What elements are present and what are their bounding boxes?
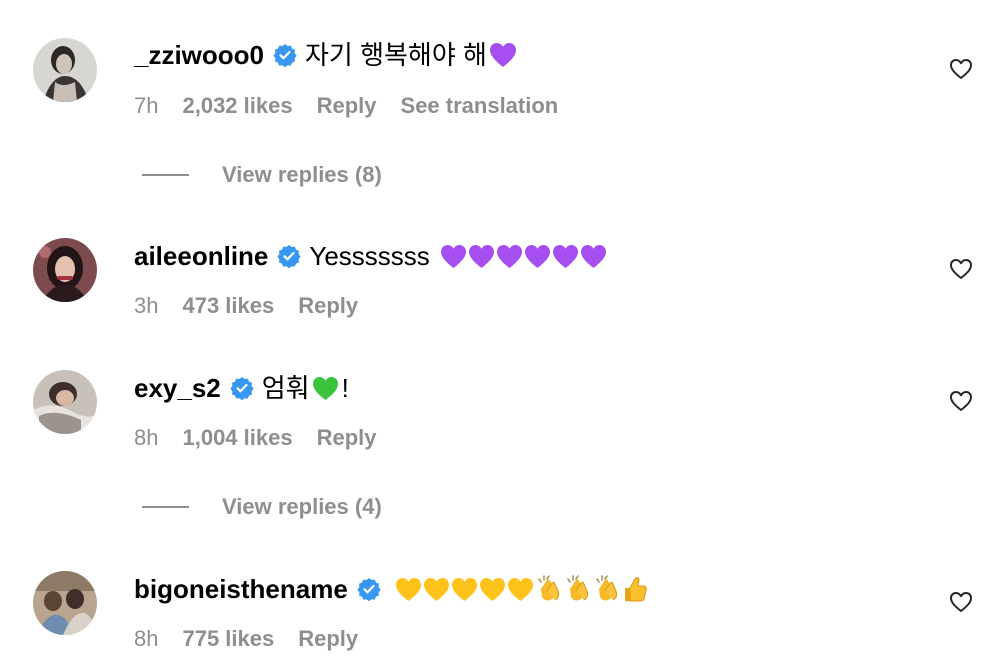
emoji-group — [312, 376, 340, 401]
verified-badge-icon — [273, 43, 297, 67]
comment-line: aileeonline Yesssssss — [134, 240, 608, 272]
comment-time: 8h — [134, 425, 159, 450]
view-replies-label: View replies (8) — [222, 162, 382, 187]
comment-time: 3h — [134, 293, 159, 318]
like-heart-icon[interactable] — [949, 57, 973, 81]
reply-button[interactable]: Reply — [298, 625, 358, 653]
verified-badge-icon — [277, 244, 301, 268]
reply-button[interactable]: Reply — [317, 424, 377, 452]
comment-line: _zziwooo0 자기 행복해야 해 — [134, 39, 518, 71]
likes-count[interactable]: 775 likes — [182, 625, 274, 653]
purple-heart-icon — [552, 244, 578, 268]
purple-heart-icon — [489, 43, 516, 67]
comment-time: 7h — [134, 93, 159, 118]
divider — [142, 506, 189, 508]
purple-heart-icon — [496, 244, 522, 268]
username[interactable]: bigoneisthename — [134, 573, 348, 605]
like-heart-icon[interactable] — [949, 389, 973, 413]
yellow-heart-icon — [423, 577, 449, 601]
yellow-heart-icon — [395, 577, 421, 601]
purple-heart-icon — [524, 244, 550, 268]
avatar[interactable] — [33, 38, 97, 102]
view-replies-label: View replies (4) — [222, 494, 382, 519]
view-replies-button[interactable]: View replies (4) — [142, 494, 382, 520]
comment-text: 자기 행복해야 해 — [305, 40, 487, 70]
like-heart-icon[interactable] — [949, 257, 973, 281]
purple-heart-icon — [468, 244, 494, 268]
emoji-group — [489, 42, 518, 68]
reply-button[interactable]: Reply — [317, 92, 377, 120]
purple-heart-icon — [440, 244, 466, 268]
emoji-group — [440, 244, 608, 269]
see-translation-button[interactable]: See translation — [401, 92, 559, 120]
likes-count[interactable]: 2,032 likes — [182, 92, 292, 120]
comment-meta: 7h 2,032 likes Reply See translation — [134, 92, 582, 120]
clapping-hands-icon — [596, 575, 617, 601]
yellow-heart-icon — [507, 577, 533, 601]
avatar[interactable] — [33, 238, 97, 302]
emoji-group — [395, 575, 649, 603]
clapping-hands-icon — [567, 575, 588, 601]
comment-text: Yesssssss — [309, 241, 430, 271]
comment-time: 8h — [134, 626, 159, 651]
username[interactable]: _zziwooo0 — [134, 39, 264, 71]
avatar[interactable] — [33, 571, 97, 635]
comment-line: exy_s2 엄훠 ! — [134, 372, 349, 404]
likes-count[interactable]: 1,004 likes — [182, 424, 292, 452]
purple-heart-icon — [580, 244, 606, 268]
yellow-heart-icon — [451, 577, 477, 601]
yellow-heart-icon — [479, 577, 505, 601]
username[interactable]: exy_s2 — [134, 372, 221, 404]
view-replies-button[interactable]: View replies (8) — [142, 162, 382, 188]
comment-meta: 8h 1,004 likes Reply — [134, 424, 401, 452]
thumbs-up-icon — [624, 577, 647, 602]
username[interactable]: aileeonline — [134, 240, 268, 272]
like-heart-icon[interactable] — [949, 590, 973, 614]
comment-meta: 3h 473 likes Reply — [134, 292, 382, 320]
verified-badge-icon — [230, 376, 254, 400]
likes-count[interactable]: 473 likes — [182, 292, 274, 320]
divider — [142, 174, 189, 176]
avatar[interactable] — [33, 370, 97, 434]
verified-badge-icon — [357, 577, 381, 601]
comment-meta: 8h 775 likes Reply — [134, 625, 382, 653]
comment-text: 엄훠 — [261, 373, 310, 403]
comment-line: bigoneisthename — [134, 573, 649, 605]
comment-text-suffix: ! — [341, 373, 349, 403]
clapping-hands-icon — [538, 575, 559, 601]
green-heart-icon — [312, 376, 338, 400]
reply-button[interactable]: Reply — [298, 292, 358, 320]
